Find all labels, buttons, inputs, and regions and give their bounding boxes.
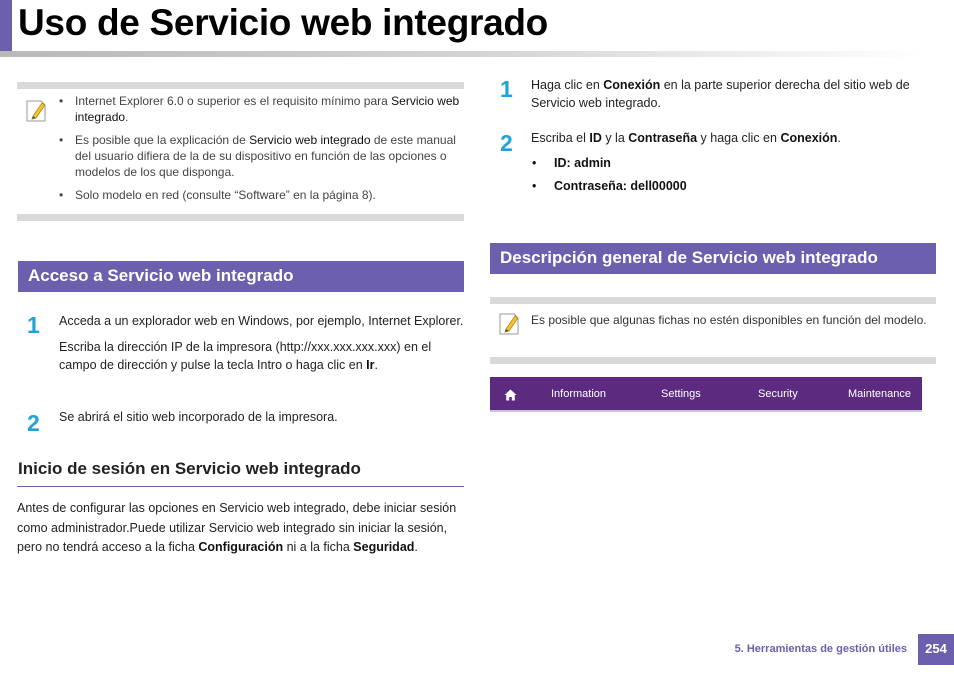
home-icon[interactable] xyxy=(504,388,517,406)
note-box-tabs: Es posible que algunas fichas no estén d… xyxy=(490,297,936,364)
note-text: Es posible que algunas fichas no estén d… xyxy=(531,313,927,327)
page-number: 254 xyxy=(918,634,954,665)
note-item: Solo modelo en red (consulte “Software” … xyxy=(57,187,462,203)
credential-item: Contraseña: dell00000 xyxy=(532,179,932,193)
step-paragraph: Acceda a un explorador web en Windows, p… xyxy=(59,314,464,328)
credentials-list: ID: admin Contraseña: dell00000 xyxy=(532,156,932,202)
tab-security[interactable]: Security xyxy=(758,377,798,412)
title-accent-bar xyxy=(0,0,12,52)
login-paragraph: Antes de configurar las opciones en Serv… xyxy=(17,501,457,554)
note-item: Internet Explorer 6.0 o superior es el r… xyxy=(57,93,462,125)
footer-chapter: 5. Herramientas de gestión útiles xyxy=(734,643,907,655)
step-number: 1 xyxy=(27,312,40,338)
note-bullet-list: Internet Explorer 6.0 o superior es el r… xyxy=(57,93,462,210)
step-text: Haga clic en Conexión en la parte superi… xyxy=(531,78,910,110)
step-paragraph: Escriba la dirección IP de la impresora … xyxy=(59,340,432,372)
section-heading-access: Acceso a Servicio web integrado xyxy=(18,261,464,292)
step-text: Acceda a un explorador web en Windows, p… xyxy=(59,312,464,374)
step-number: 1 xyxy=(500,76,513,102)
step-text: Escriba el ID y la Contraseña y haga cli… xyxy=(531,131,841,145)
note-item: Es posible que la explicación de Servici… xyxy=(57,132,462,180)
section-heading-overview: Descripción general de Servicio web inte… xyxy=(490,243,936,274)
page-title: Uso de Servicio web integrado xyxy=(18,2,548,43)
credential-item: ID: admin xyxy=(532,156,932,170)
tab-settings[interactable]: Settings xyxy=(661,377,701,412)
tab-maintenance[interactable]: Maintenance xyxy=(848,377,911,412)
subheading-divider xyxy=(17,486,464,487)
subheading-login: Inicio de sesión en Servicio web integra… xyxy=(18,459,361,478)
step-number: 2 xyxy=(500,130,513,156)
tab-information[interactable]: Information xyxy=(551,377,606,412)
note-pencil-icon xyxy=(25,98,49,124)
step-text: Se abrirá el sitio web incorporado de la… xyxy=(59,410,338,424)
note-pencil-icon xyxy=(498,311,522,337)
step-number: 2 xyxy=(27,410,40,436)
ews-navigation-bar: Information Settings Security Maintenanc… xyxy=(490,377,922,412)
note-box-requirements: Internet Explorer 6.0 o superior es el r… xyxy=(17,82,464,221)
title-divider xyxy=(0,51,925,57)
